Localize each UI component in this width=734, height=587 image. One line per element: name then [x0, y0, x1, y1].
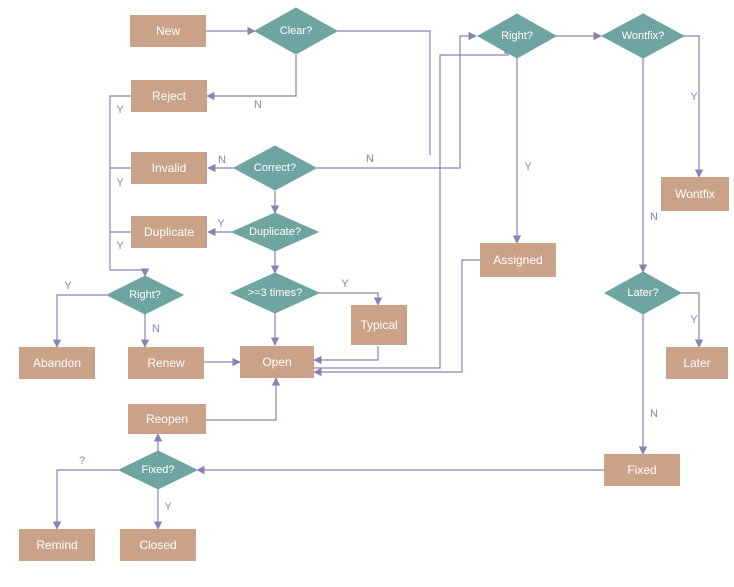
edge-open-rightR: [314, 46, 508, 368]
edge-label: Y: [64, 280, 72, 292]
edge-rightL-abandon: [57, 295, 107, 347]
node-reject: Reject: [131, 80, 207, 112]
edge-reject-left: [110, 96, 131, 232]
node-new: New: [130, 15, 206, 47]
edge-reopen-open: [206, 378, 276, 420]
node-duplicate: Duplicate: [131, 216, 207, 248]
node-reopen: Reopen: [128, 404, 206, 434]
node-remind: Remind: [19, 529, 95, 561]
node-closed: Closed: [120, 529, 196, 561]
flowchart-canvas: N N N Y Y Y Y Y Y N Y Y N Y: [0, 0, 734, 587]
edge-3t-typical: [319, 293, 378, 305]
edge-label: N: [254, 99, 262, 111]
edge-label: N: [650, 211, 658, 223]
node-threeTimes: >=3 times?: [231, 273, 319, 313]
node-rightR: Right?: [478, 14, 556, 58]
node-later: Later: [666, 347, 728, 379]
edge-label: Y: [217, 218, 225, 230]
edge-clear-reject: [207, 55, 296, 96]
node-fixedQ: Fixed?: [119, 451, 197, 489]
node-wontfixQ: Wontfix?: [602, 14, 684, 58]
edge-wontfixQ-wontfix: [684, 36, 699, 177]
edge-label: N: [152, 323, 160, 335]
edge-label: N: [218, 154, 226, 166]
edge-label: ?: [79, 455, 85, 467]
node-correct: Correct?: [234, 146, 316, 190]
edge-label: Y: [341, 278, 349, 290]
node-typical: Typical: [351, 305, 407, 345]
edge-fixedQ-remind: [57, 470, 119, 529]
node-open: Open: [240, 346, 314, 378]
edge-label: N: [650, 408, 658, 420]
edge-label: N: [366, 153, 374, 165]
node-invalid: Invalid: [131, 152, 207, 184]
node-abandon: Abandon: [19, 347, 95, 379]
edge-label: Y: [164, 501, 172, 513]
node-renew: Renew: [128, 347, 204, 379]
node-fixed: Fixed: [604, 454, 680, 486]
node-wontfix: Wontfix: [661, 177, 729, 211]
node-clear: Clear?: [255, 8, 337, 54]
edge-label: Y: [524, 161, 532, 173]
node-assigned: Assigned: [480, 243, 556, 277]
edge-label: Y: [116, 177, 124, 189]
node-laterQ: Later?: [605, 272, 681, 314]
edge-label: Y: [116, 240, 124, 252]
node-rightL: Right?: [107, 276, 183, 314]
edge-clear-right: [337, 31, 430, 155]
node-duplicateQ: Duplicate?: [232, 213, 318, 251]
edge-label: Y: [690, 91, 698, 103]
edge-typical-open: [314, 346, 378, 360]
edge-label: Y: [690, 314, 698, 326]
edge-label: Y: [116, 104, 124, 116]
edge-correct-rightR: [316, 36, 476, 168]
